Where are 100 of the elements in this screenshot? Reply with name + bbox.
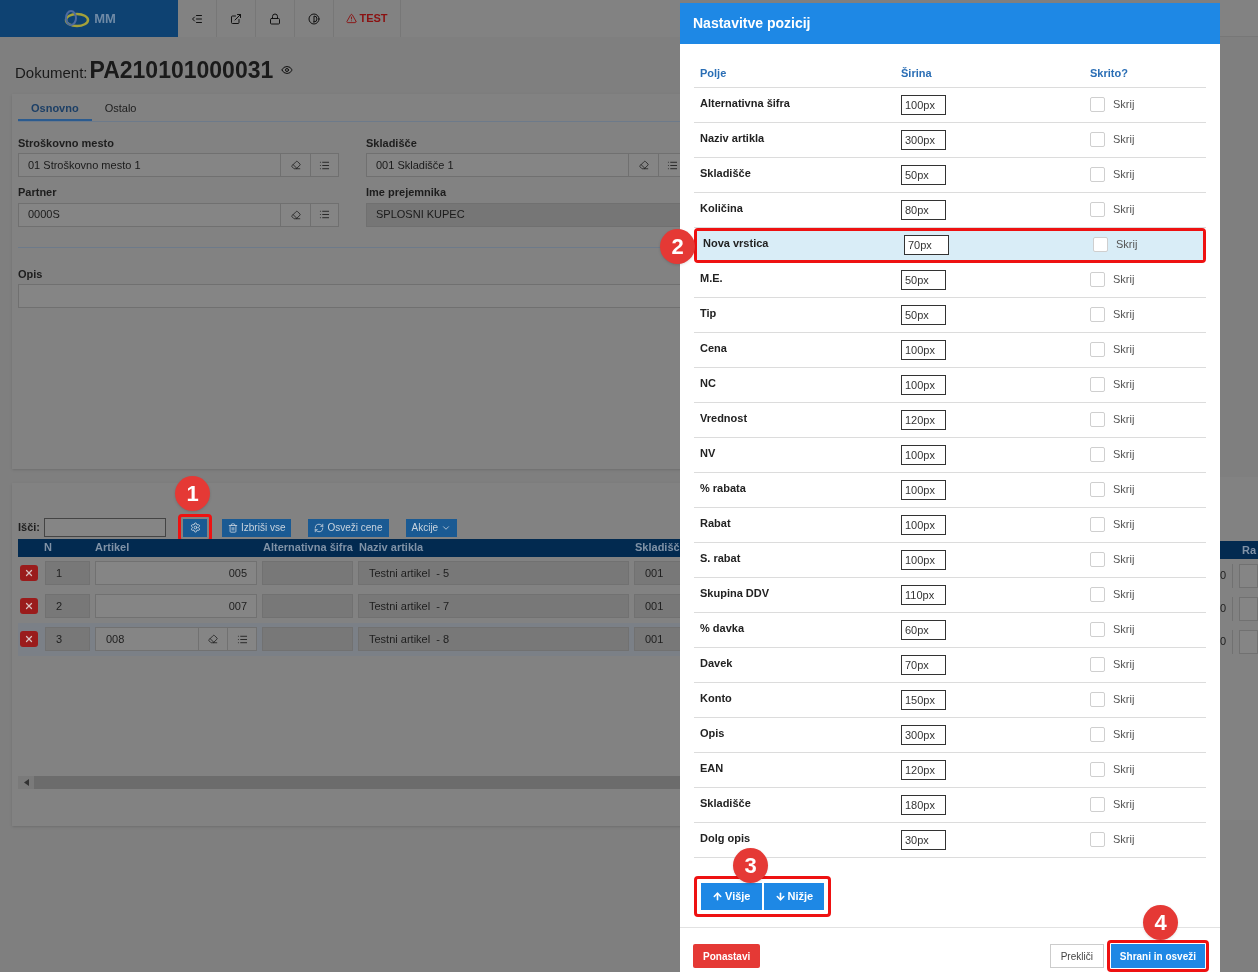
settings-row[interactable]: Skupina DDV 110px Skrij bbox=[694, 578, 1206, 613]
table-row[interactable]: 1 005 Testni artikel - 5 001 bbox=[18, 556, 680, 590]
checkbox[interactable] bbox=[1090, 621, 1105, 637]
settings-row[interactable]: Opis 300px Skrij bbox=[694, 718, 1206, 753]
settings-row[interactable]: EAN 120px Skrij bbox=[694, 753, 1206, 788]
checkbox[interactable] bbox=[1090, 271, 1105, 287]
width-input[interactable]: 100px bbox=[901, 95, 946, 115]
checkbox-label: Skrij bbox=[1113, 727, 1135, 742]
input-field[interactable]: SPLOSNI KUPEC bbox=[366, 202, 680, 227]
width-input[interactable]: 180px bbox=[901, 795, 946, 815]
settings-row[interactable]: NV 100px Skrij bbox=[694, 438, 1206, 473]
table-row[interactable]: 2 007 Testni artikel - 7 001 bbox=[18, 589, 680, 623]
field-label: Opis bbox=[18, 266, 44, 282]
field-name: % rabata bbox=[699, 481, 747, 496]
close-icon bbox=[24, 601, 34, 611]
checkbox[interactable] bbox=[1090, 96, 1105, 112]
settings-row[interactable]: NC 100px Skrij bbox=[694, 368, 1206, 403]
field-name: Skladišče bbox=[699, 796, 752, 811]
width-input[interactable]: 120px bbox=[901, 760, 946, 780]
settings-button[interactable] bbox=[183, 518, 207, 537]
settings-row[interactable]: Količina 80px Skrij bbox=[694, 193, 1206, 228]
delete-button[interactable] bbox=[20, 565, 38, 581]
field-name: Alternativna šifra bbox=[699, 96, 791, 111]
lookup-field[interactable]: 01 Stroškovno mesto 1 bbox=[18, 153, 339, 177]
checkbox[interactable] bbox=[1090, 551, 1105, 567]
checkbox[interactable] bbox=[1090, 306, 1105, 322]
settings-row[interactable]: Alternativna šifra 100px Skrij bbox=[694, 88, 1206, 123]
move-up-button[interactable]: Višje bbox=[701, 883, 762, 910]
toolbar-button[interactable]: Izbriši vse bbox=[222, 518, 292, 537]
width-input[interactable]: 150px bbox=[901, 690, 946, 710]
checkbox[interactable] bbox=[1090, 516, 1105, 532]
width-input[interactable]: 100px bbox=[901, 515, 946, 535]
width-input[interactable]: 300px bbox=[901, 130, 946, 150]
scroll-left-icon[interactable] bbox=[23, 778, 29, 786]
checkbox[interactable] bbox=[1090, 796, 1105, 812]
checkbox[interactable] bbox=[1090, 376, 1105, 392]
width-input[interactable]: 120px bbox=[901, 410, 946, 430]
reset-button[interactable]: Ponastavi bbox=[693, 944, 761, 968]
width-input[interactable]: 100px bbox=[901, 445, 946, 465]
width-input[interactable]: 110px bbox=[901, 585, 946, 605]
checkbox-label: Skrij bbox=[1113, 622, 1135, 637]
save-button[interactable]: Shrani in osveži bbox=[1110, 944, 1205, 968]
settings-row[interactable]: % rabata 100px Skrij bbox=[694, 473, 1206, 508]
list-icon bbox=[236, 633, 248, 645]
settings-row[interactable]: Cena 100px Skrij bbox=[694, 333, 1206, 368]
settings-row[interactable]: Konto 150px Skrij bbox=[694, 683, 1206, 718]
checkbox[interactable] bbox=[1090, 446, 1105, 462]
checkbox[interactable] bbox=[1090, 831, 1105, 847]
lookup-field[interactable]: 008 bbox=[95, 627, 257, 651]
move-down-button[interactable]: Nižje bbox=[763, 883, 825, 910]
settings-row[interactable]: Naziv artikla 300px Skrij bbox=[694, 123, 1206, 158]
toolbar-button[interactable]: Akcije bbox=[405, 518, 458, 537]
list-icon bbox=[667, 159, 678, 171]
width-input[interactable]: 100px bbox=[901, 550, 946, 570]
width-input[interactable]: 300px bbox=[901, 725, 946, 745]
tab[interactable]: Ostalo bbox=[91, 99, 150, 121]
settings-row[interactable]: Skladišče 50px Skrij bbox=[694, 158, 1206, 193]
toolbar-button[interactable]: Osveži cene bbox=[308, 518, 389, 537]
settings-row[interactable]: M.E. 50px Skrij bbox=[694, 263, 1206, 298]
settings-row[interactable]: Nova vrstica 70px Skrij bbox=[697, 231, 1203, 260]
checkbox[interactable] bbox=[1093, 236, 1108, 252]
settings-row[interactable]: Rabat 100px Skrij bbox=[694, 508, 1206, 543]
width-input[interactable]: 80px bbox=[901, 200, 946, 220]
description-field[interactable] bbox=[18, 284, 680, 308]
width-input[interactable]: 50px bbox=[901, 270, 946, 290]
settings-row[interactable]: Skladišče 180px Skrij bbox=[694, 788, 1206, 823]
width-input[interactable]: 60px bbox=[901, 620, 946, 640]
checkbox[interactable] bbox=[1090, 586, 1105, 602]
checkbox[interactable] bbox=[1090, 691, 1105, 707]
checkbox[interactable] bbox=[1090, 411, 1105, 427]
checkbox[interactable] bbox=[1090, 656, 1105, 672]
lookup-field[interactable]: 0000S bbox=[18, 202, 339, 227]
delete-button[interactable] bbox=[20, 598, 38, 614]
checkbox[interactable] bbox=[1090, 201, 1105, 217]
delete-button[interactable] bbox=[20, 631, 38, 647]
width-input[interactable]: 70px bbox=[904, 235, 949, 255]
checkbox[interactable] bbox=[1090, 726, 1105, 742]
column-header: Skladišč bbox=[635, 540, 680, 556]
indent-icon bbox=[191, 12, 203, 25]
checkbox[interactable] bbox=[1090, 481, 1105, 497]
width-input[interactable]: 50px bbox=[901, 305, 946, 325]
settings-row[interactable]: Tip 50px Skrij bbox=[694, 298, 1206, 333]
checkbox[interactable] bbox=[1090, 341, 1105, 357]
width-input[interactable]: 30px bbox=[901, 830, 946, 850]
width-input[interactable]: 100px bbox=[901, 375, 946, 395]
settings-row[interactable]: % davka 60px Skrij bbox=[694, 613, 1206, 648]
width-input[interactable]: 100px bbox=[901, 480, 946, 500]
width-input[interactable]: 50px bbox=[901, 165, 946, 185]
table-row[interactable]: 3 008 Testni artikel - 8 001 bbox=[18, 622, 680, 656]
cancel-button[interactable]: Prekliči bbox=[1049, 944, 1104, 968]
width-input[interactable]: 100px bbox=[901, 340, 946, 360]
settings-row[interactable]: Vrednost 120px Skrij bbox=[694, 403, 1206, 438]
checkbox[interactable] bbox=[1090, 761, 1105, 777]
width-input[interactable]: 70px bbox=[901, 655, 946, 675]
settings-row[interactable]: S. rabat 100px Skrij bbox=[694, 543, 1206, 578]
checkbox[interactable] bbox=[1090, 166, 1105, 182]
settings-row[interactable]: Davek 70px Skrij bbox=[694, 648, 1206, 683]
checkbox[interactable] bbox=[1090, 131, 1105, 147]
search-field[interactable] bbox=[44, 518, 166, 537]
lookup-field[interactable]: 001 Skladišče 1 bbox=[366, 153, 680, 177]
